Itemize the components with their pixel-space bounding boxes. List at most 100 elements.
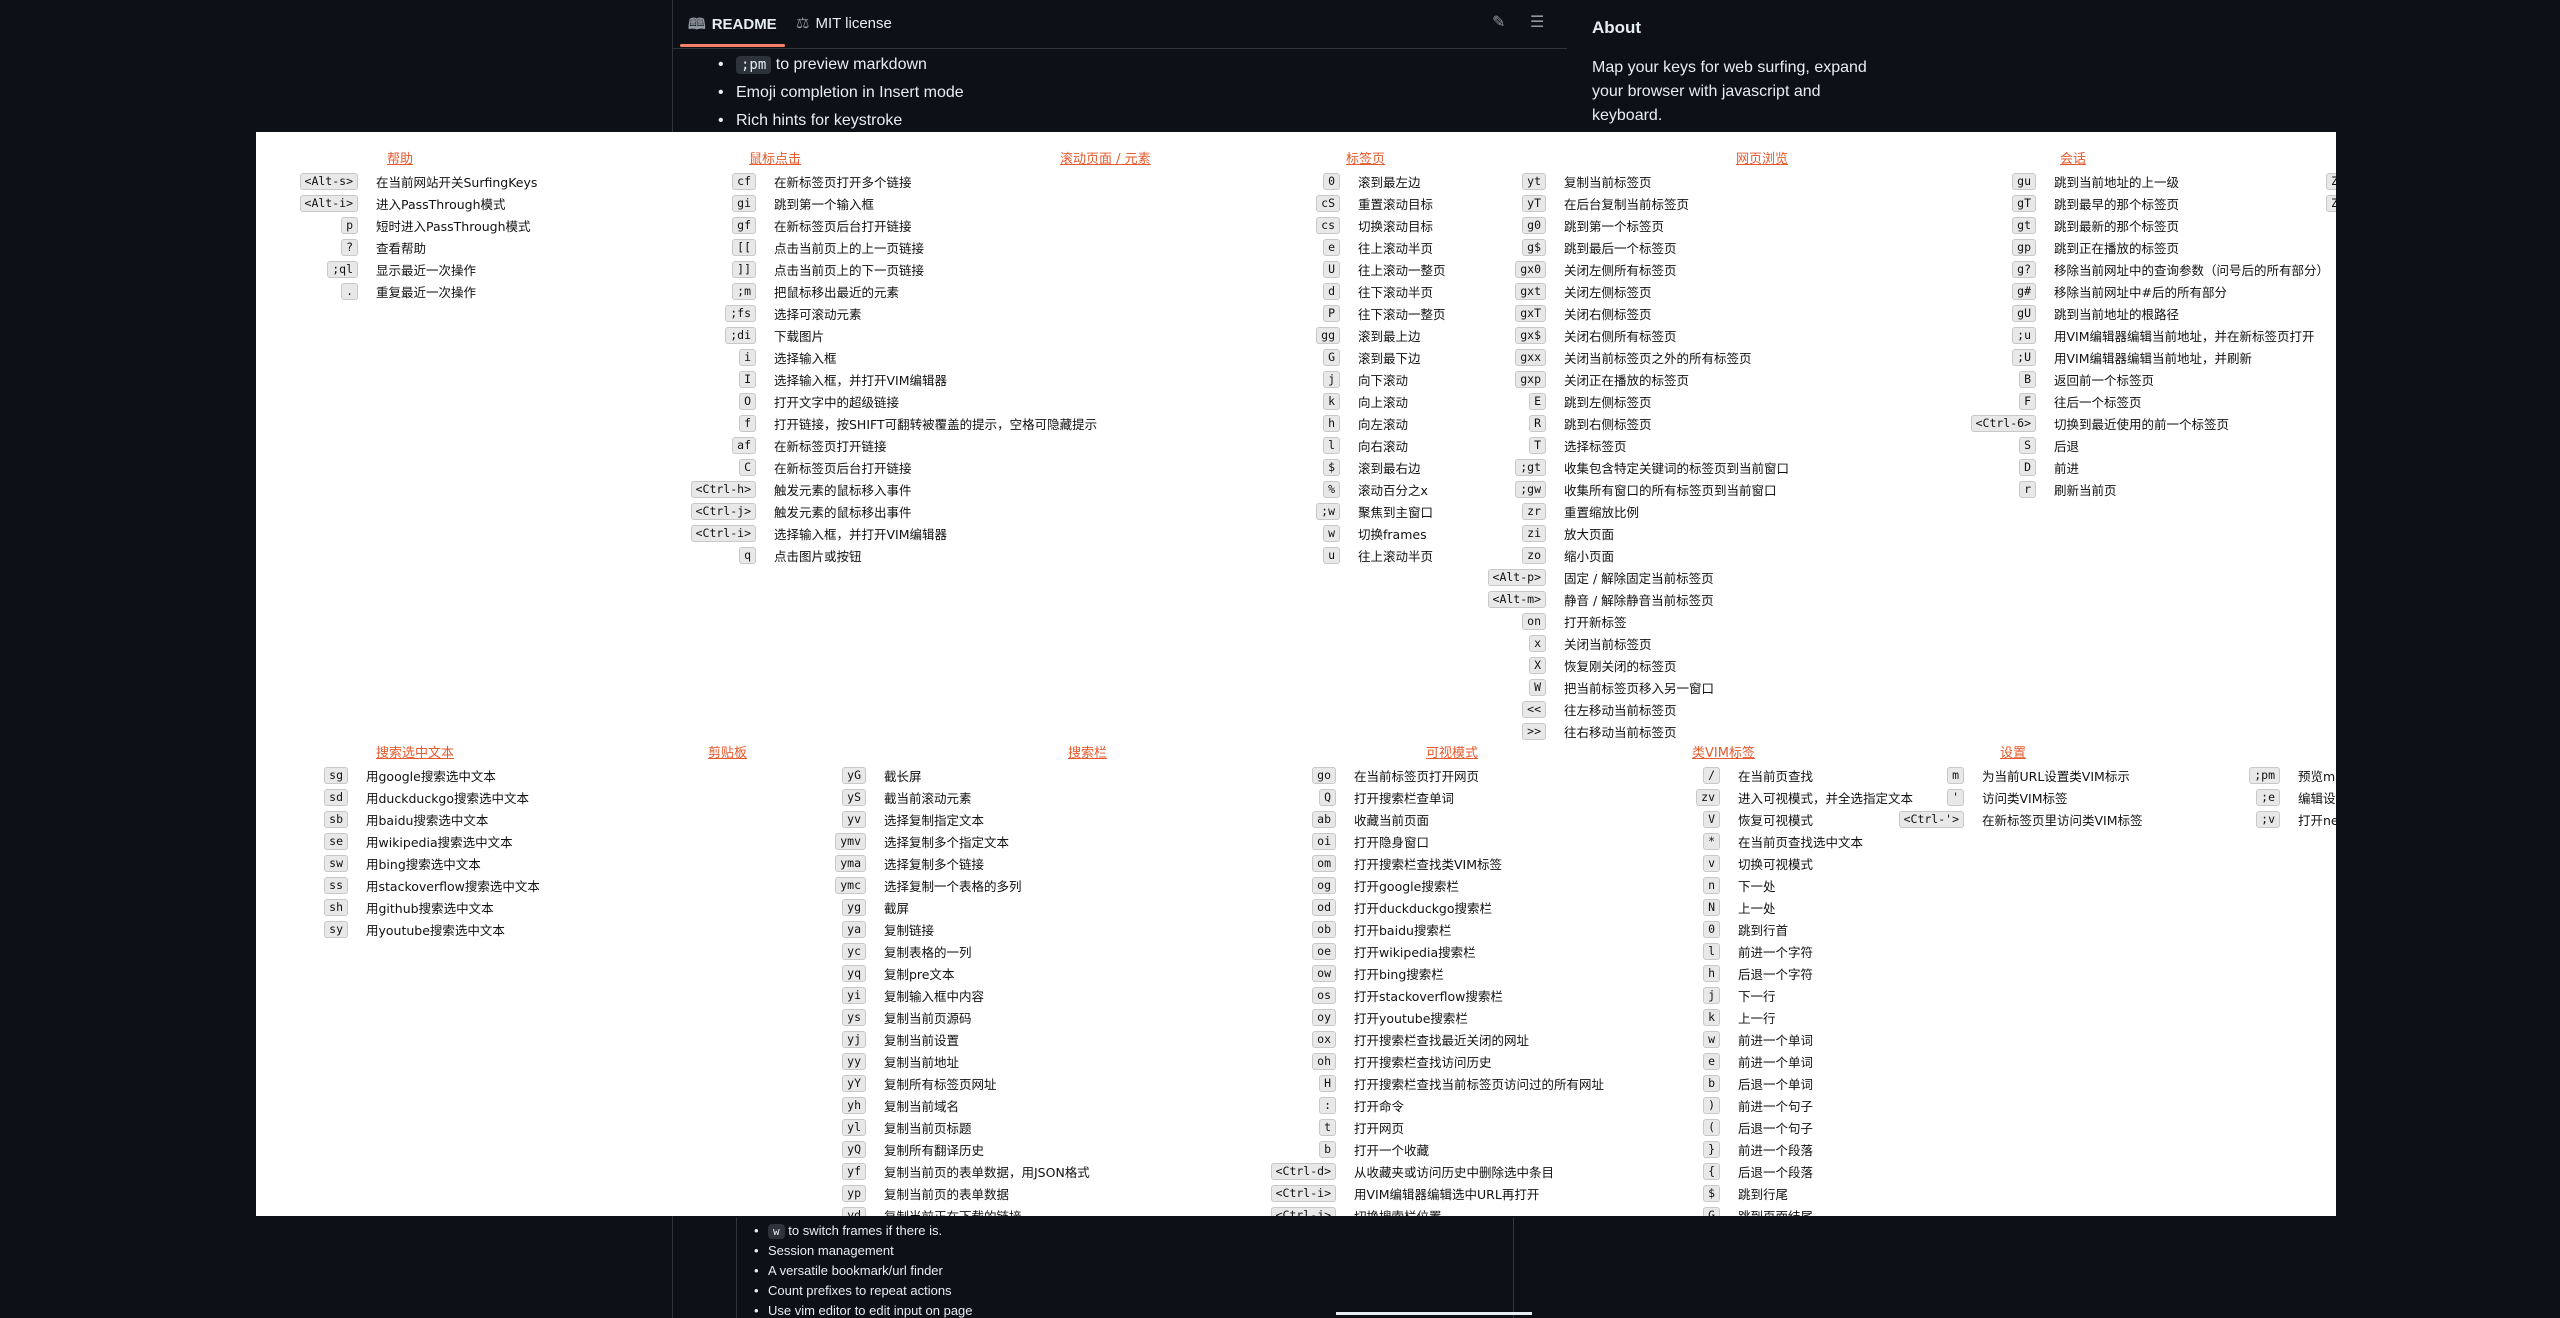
shortcut-row: ZZ保存会话并退出 xyxy=(2036,172,2336,190)
shortcut-description: 跳到右侧标签页 xyxy=(1564,416,1652,432)
shortcut-key-cell: sw xyxy=(256,854,348,872)
shortcut-description: 关闭右侧标签页 xyxy=(1564,306,1652,322)
shortcut-key: <Alt-i> xyxy=(299,194,358,212)
shortcut-row: T 选择标签页 xyxy=(1216,436,1627,454)
shortcut-key-cell: gT xyxy=(1656,194,2036,212)
shortcut-key-cell: gx$ xyxy=(1216,326,1546,344)
shortcut-row: sy 用youtube搜索选中文本 xyxy=(256,920,505,938)
shortcut-row: ;U 用VIM编辑器编辑当前地址，并刷新 xyxy=(1656,348,2252,366)
shortcut-key-cell: ss xyxy=(256,876,348,894)
shortcut-description: 刷新当前页 xyxy=(2054,482,2117,498)
shortcut-key-cell: <Ctrl-'> xyxy=(1616,810,1964,828)
shortcut-key-cell: <Ctrl-h> xyxy=(526,480,756,498)
shortcut-description: 用youtube搜索选中文本 xyxy=(366,922,505,938)
shortcut-row: x 关闭当前标签页 xyxy=(1216,634,1652,652)
shortcut-row: ;fs 选择可滚动元素 xyxy=(526,304,862,322)
shortcut-key-cell: yT xyxy=(1216,194,1546,212)
shortcut-description: 后退一个单词 xyxy=(1738,1076,1814,1092)
shortcut-key-cell: F xyxy=(1656,392,2036,410)
shortcut-key-cell: << xyxy=(1216,700,1546,718)
shortcut-row: q 点击图片或按钮 xyxy=(526,546,862,564)
shortcut-description: 关闭左侧标签页 xyxy=(1564,284,1652,300)
shortcut-description: 恢复刚关闭的标签页 xyxy=(1564,658,1677,674)
shortcut-key-cell: B xyxy=(1656,370,2036,388)
shortcut-key-cell: n xyxy=(1260,876,1720,894)
help-group-title: 设置 xyxy=(2000,746,2027,761)
pencil-icon[interactable]: ✎ xyxy=(1492,12,1505,31)
shortcut-key: ? xyxy=(341,238,358,256)
shortcut-row: <Ctrl-h> 触发元素的鼠标移入事件 xyxy=(526,480,912,498)
shortcut-key-cell: t xyxy=(816,1118,1336,1136)
shortcut-key: { xyxy=(1703,1162,1720,1180)
shortcut-key-cell: l xyxy=(1260,942,1720,960)
shortcut-key: x xyxy=(1529,634,1546,652)
shortcut-row: yt 复制当前标签页 xyxy=(1216,172,1652,190)
tab-readme[interactable]: 🕮 README xyxy=(688,14,777,39)
surfingkeys-help-panel: 帮助 <Alt-s> 在当前网站开关SurfingKeys <Alt-i> 进入Pass… xyxy=(256,132,2336,1216)
shortcut-key-cell: ab xyxy=(816,810,1336,828)
shortcut-row: yT 在后台复制当前标签页 xyxy=(1216,194,1689,212)
shortcut-key: >> xyxy=(1522,722,1546,740)
list-icon[interactable]: ☰ xyxy=(1530,12,1544,31)
shortcut-key: ZR xyxy=(2326,194,2336,212)
shortcut-key: <Ctrl-6> xyxy=(1970,414,2036,432)
shortcut-key: [[ xyxy=(732,238,756,256)
shortcut-key: R xyxy=(1529,414,1546,432)
shortcut-key-cell: oh xyxy=(816,1052,1336,1070)
shortcut-key: g? xyxy=(2012,260,2036,278)
shortcut-key-cell: zr xyxy=(1216,502,1546,520)
shortcut-row: zi 放大页面 xyxy=(1216,524,1614,542)
shortcut-key: gxt xyxy=(1515,282,1546,300)
shortcut-row: zo 缩小页面 xyxy=(1216,546,1614,564)
shortcut-description: 上一处 xyxy=(1738,900,1776,916)
shortcut-row: E 跳到左侧标签页 xyxy=(1216,392,1652,410)
shortcut-key: af xyxy=(732,436,756,454)
shortcut-key: ;di xyxy=(725,326,756,344)
shortcut-key: yt xyxy=(1522,172,1546,190)
shortcut-key-cell: ox xyxy=(816,1030,1336,1048)
shortcut-row: e 前进一个单词 xyxy=(1260,1052,1813,1070)
shortcut-description: 切换可视模式 xyxy=(1738,856,1814,872)
shortcut-key-cell: x xyxy=(1216,634,1546,652)
shortcut-row: sw 用bing搜索选中文本 xyxy=(256,854,481,872)
shortcut-key: T xyxy=(1529,436,1546,454)
shortcut-key: <Alt-s> xyxy=(299,172,358,190)
shortcut-description: 下一行 xyxy=(1738,988,1776,1004)
horizontal-scrollbar[interactable] xyxy=(1336,1312,1532,1315)
shortcut-key-cell: ? xyxy=(256,238,358,256)
shortcut-description: 点击当前页上的上一页链接 xyxy=(774,240,925,256)
book-icon: 🕮 xyxy=(688,16,706,33)
shortcut-key: ) xyxy=(1703,1096,1720,1114)
shortcut-key: sh xyxy=(324,898,348,916)
shortcut-row: ZR恢复最近一次会话 xyxy=(2036,194,2336,212)
shortcut-description: 用wikipedia搜索选中文本 xyxy=(366,834,513,850)
shortcut-row: zr 重置缩放比例 xyxy=(1216,502,1639,520)
shortcut-description: 移除当前网址中的查询参数（问号后的所有部分） xyxy=(2054,262,2330,278)
shortcut-description: 跳到第一个标签页 xyxy=(1564,218,1665,234)
shortcut-row: on 打开新标签 xyxy=(1216,612,1627,630)
shortcut-row: cf 在新标签页打开多个链接 xyxy=(526,172,912,190)
shortcut-key: . xyxy=(341,282,358,300)
shortcut-row: B 返回前一个标签页 xyxy=(1656,370,2154,388)
shortcut-key-cell: v xyxy=(1260,854,1720,872)
shortcut-key-cell: sg xyxy=(256,766,348,784)
shortcut-row: ? 查看帮助 xyxy=(256,238,426,256)
shortcut-key: G xyxy=(1703,1206,1720,1216)
shortcut-key-cell: gxT xyxy=(1216,304,1546,322)
shortcut-key: gU xyxy=(2012,304,2036,322)
shortcut-key: C xyxy=(739,458,756,476)
shortcut-key: g$ xyxy=(1522,238,1546,256)
readme-tab-bar: 🕮 README ⚖ MIT license ✎ ☰ xyxy=(672,0,1567,49)
tab-license[interactable]: ⚖ MIT license xyxy=(796,14,892,32)
shortcut-description: 跳到当前地址的根路径 xyxy=(2054,306,2180,322)
shortcut-key: gf xyxy=(732,216,756,234)
shortcut-row: ;di 下载图片 xyxy=(526,326,824,344)
shortcut-key-cell: m xyxy=(1616,766,1964,784)
shortcut-key: O xyxy=(739,392,756,410)
shortcut-key: S xyxy=(2019,436,2036,454)
shortcut-key: b xyxy=(1703,1074,1720,1092)
shortcut-description: 往后一个标签页 xyxy=(2054,394,2142,410)
shortcut-key: v xyxy=(1703,854,1720,872)
shortcut-row: X 恢复刚关闭的标签页 xyxy=(1216,656,1677,674)
shortcut-description: 放大页面 xyxy=(1564,526,1615,542)
